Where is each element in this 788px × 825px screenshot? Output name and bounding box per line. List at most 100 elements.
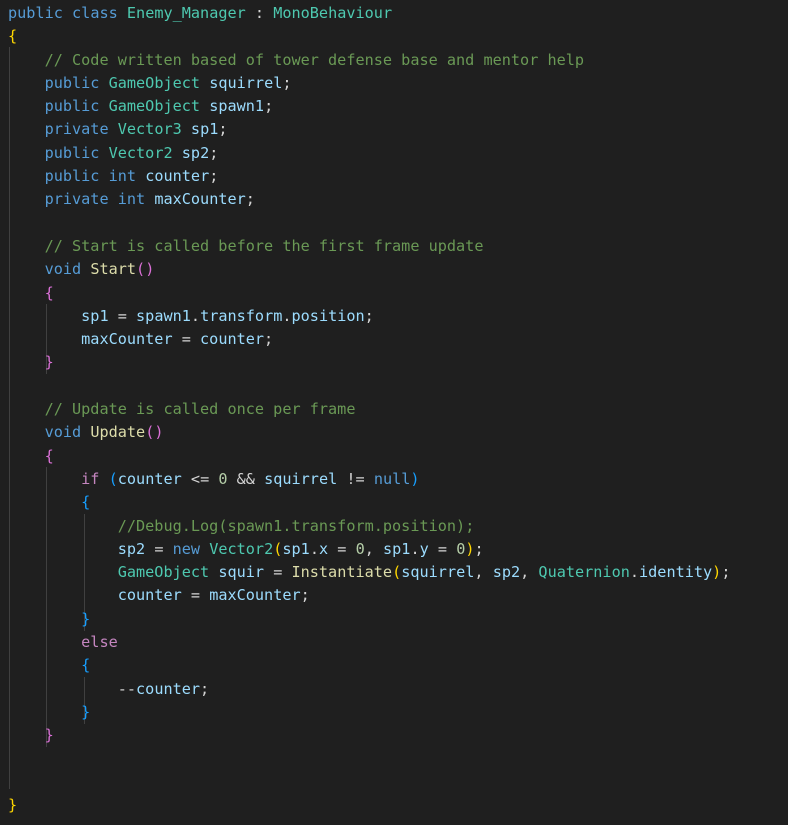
token-id: squirrel bbox=[264, 469, 338, 488]
token-id: maxCounter bbox=[209, 586, 301, 605]
token-op bbox=[81, 423, 90, 441]
token-op bbox=[8, 284, 45, 302]
token-id: sp1 bbox=[282, 539, 310, 558]
code-line[interactable]: else bbox=[8, 631, 788, 654]
token-op: ; bbox=[300, 586, 310, 605]
token-op: && bbox=[227, 469, 265, 488]
code-editor-pane[interactable]: public class Enemy_Manager : MonoBehavio… bbox=[0, 0, 788, 825]
token-op: ; bbox=[364, 306, 374, 325]
code-line[interactable]: public class Enemy_Manager : MonoBehavio… bbox=[8, 2, 788, 25]
token-b1: ( bbox=[392, 563, 402, 582]
code-line[interactable]: public Vector2 sp2; bbox=[8, 142, 788, 165]
token-op bbox=[8, 563, 118, 581]
code-line[interactable]: } bbox=[8, 608, 788, 631]
token-b2: ) bbox=[145, 260, 155, 279]
token-b2: ) bbox=[154, 423, 164, 442]
token-type: Quaternion bbox=[538, 563, 630, 582]
code-line[interactable]: public GameObject spawn1; bbox=[8, 95, 788, 118]
token-op bbox=[8, 633, 81, 651]
code-line[interactable]: } bbox=[8, 724, 788, 747]
code-line[interactable]: public int counter; bbox=[8, 165, 788, 188]
token-op bbox=[8, 307, 81, 325]
token-type: Vector2 bbox=[209, 539, 274, 558]
token-kw: void bbox=[44, 260, 82, 279]
token-op bbox=[8, 470, 81, 488]
token-op bbox=[8, 610, 81, 628]
token-id: spawn1 bbox=[136, 306, 191, 325]
code-line[interactable]: void Update() bbox=[8, 421, 788, 444]
token-cmt: // Start is called before the first fram… bbox=[44, 236, 484, 255]
token-fn: Start bbox=[90, 260, 137, 279]
code-line[interactable]: if (counter <= 0 && squirrel != null) bbox=[8, 468, 788, 491]
code-line[interactable] bbox=[8, 375, 788, 398]
code-line[interactable]: { bbox=[8, 25, 788, 48]
token-op bbox=[99, 97, 108, 115]
code-line[interactable]: //Debug.Log(spawn1.transform.position); bbox=[8, 515, 788, 538]
code-line[interactable]: void Start() bbox=[8, 258, 788, 281]
token-id: sp2 bbox=[181, 143, 210, 162]
token-kw: public bbox=[44, 167, 100, 186]
code-content[interactable]: public class Enemy_Manager : MonoBehavio… bbox=[0, 0, 788, 817]
token-op: ; bbox=[245, 190, 255, 209]
token-op: , bbox=[520, 563, 539, 582]
code-line[interactable]: GameObject squir = Instantiate(squirrel,… bbox=[8, 561, 788, 584]
token-cmt: //Debug.Log(spawn1.transform.position); bbox=[117, 516, 475, 535]
code-line[interactable]: { bbox=[8, 491, 788, 514]
code-line[interactable]: // Start is called before the first fram… bbox=[8, 235, 788, 258]
token-num: 0 bbox=[355, 539, 365, 558]
token-op bbox=[8, 656, 81, 674]
token-op bbox=[200, 97, 209, 115]
code-line[interactable] bbox=[8, 212, 788, 235]
code-line[interactable]: public GameObject squirrel; bbox=[8, 72, 788, 95]
token-id: squirrel bbox=[209, 73, 283, 92]
code-line[interactable]: { bbox=[8, 445, 788, 468]
token-kw: null bbox=[373, 469, 411, 488]
code-line[interactable]: // Update is called once per frame bbox=[8, 398, 788, 421]
code-line[interactable]: sp1 = spawn1.transform.position; bbox=[8, 305, 788, 328]
token-op bbox=[8, 586, 118, 604]
token-op: ; bbox=[721, 563, 731, 582]
token-op: ; bbox=[474, 539, 484, 558]
token-op bbox=[99, 74, 108, 92]
token-op: != bbox=[337, 469, 374, 488]
token-b3: { bbox=[81, 656, 91, 675]
token-b3: ( bbox=[108, 469, 118, 488]
code-line[interactable] bbox=[8, 771, 788, 794]
code-line[interactable]: private Vector3 sp1; bbox=[8, 118, 788, 141]
token-id: counter bbox=[117, 586, 182, 605]
token-kw: int bbox=[117, 190, 146, 209]
code-line[interactable]: } bbox=[8, 794, 788, 817]
code-line[interactable]: maxCounter = counter; bbox=[8, 328, 788, 351]
token-id: sp1 bbox=[81, 306, 109, 325]
token-b3: { bbox=[81, 493, 91, 512]
token-op: = bbox=[145, 539, 173, 558]
token-op bbox=[8, 144, 45, 162]
code-line[interactable]: counter = maxCounter; bbox=[8, 584, 788, 607]
code-line[interactable] bbox=[8, 748, 788, 771]
token-op bbox=[8, 330, 81, 348]
token-id: position bbox=[291, 306, 365, 325]
token-op bbox=[182, 120, 191, 138]
token-op bbox=[145, 190, 154, 208]
token-op bbox=[8, 120, 45, 138]
token-b3: } bbox=[81, 702, 91, 721]
token-b2: ( bbox=[136, 260, 146, 279]
token-op bbox=[8, 726, 45, 744]
code-line[interactable]: private int maxCounter; bbox=[8, 188, 788, 211]
code-line[interactable]: } bbox=[8, 351, 788, 374]
token-kw: private bbox=[44, 120, 109, 139]
code-line[interactable]: { bbox=[8, 282, 788, 305]
code-line[interactable]: sp2 = new Vector2(sp1.x = 0, sp1.y = 0); bbox=[8, 538, 788, 561]
token-b2: } bbox=[44, 353, 54, 372]
code-line[interactable]: } bbox=[8, 701, 788, 724]
token-op bbox=[81, 260, 90, 278]
token-op: ; bbox=[218, 120, 228, 139]
code-line[interactable]: --counter; bbox=[8, 678, 788, 701]
code-line[interactable]: // Code written based of tower defense b… bbox=[8, 49, 788, 72]
token-op: = bbox=[264, 563, 292, 582]
token-b1: } bbox=[8, 796, 18, 815]
token-op bbox=[8, 74, 45, 92]
token-op: . bbox=[629, 563, 640, 582]
token-op: . bbox=[282, 306, 292, 325]
code-line[interactable]: { bbox=[8, 654, 788, 677]
